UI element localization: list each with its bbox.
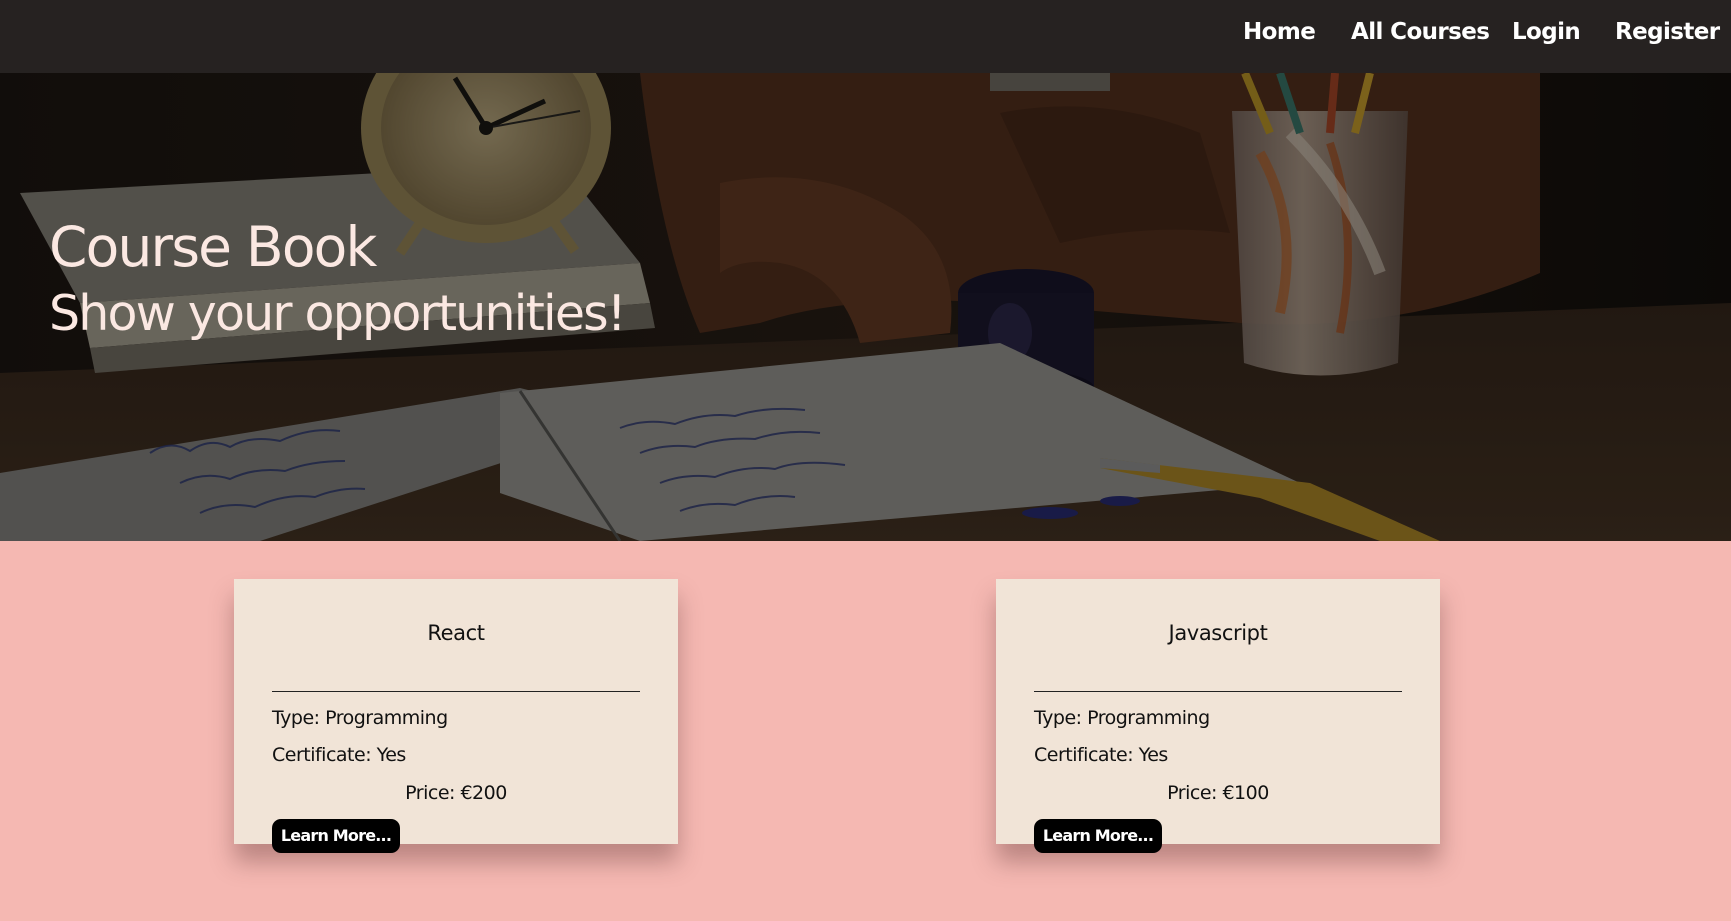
nav-home-link[interactable]: Home — [1243, 16, 1316, 48]
hero-subtitle: Show your opportunities! — [49, 285, 627, 342]
learn-more-button[interactable]: Learn More... — [272, 819, 400, 853]
learn-more-button[interactable]: Learn More... — [1034, 819, 1162, 853]
course-price: Price: €100 — [1167, 782, 1269, 804]
card-divider — [272, 691, 640, 692]
course-type: Type: Programming — [1034, 707, 1210, 729]
course-price: Price: €200 — [405, 782, 507, 804]
course-certificate: Certificate: Yes — [272, 744, 406, 766]
course-title: Javascript — [1168, 621, 1268, 645]
course-title: React — [427, 621, 485, 645]
hero-banner: Course Book Show your opportunities! — [0, 73, 1731, 541]
nav-all-courses-link[interactable]: All Courses — [1351, 16, 1490, 48]
hero-title: Course Book — [49, 215, 377, 279]
course-card: Javascript Type: Programming Certificate… — [996, 579, 1440, 853]
course-type: Type: Programming — [272, 707, 448, 729]
course-card: React Type: Programming Certificate: Yes… — [234, 579, 678, 853]
card-divider — [1034, 691, 1402, 692]
top-navbar: Home All Courses Login Register — [0, 0, 1731, 73]
course-certificate: Certificate: Yes — [1034, 744, 1168, 766]
nav-login-link[interactable]: Login — [1512, 16, 1581, 48]
nav-register-link[interactable]: Register — [1615, 16, 1720, 48]
